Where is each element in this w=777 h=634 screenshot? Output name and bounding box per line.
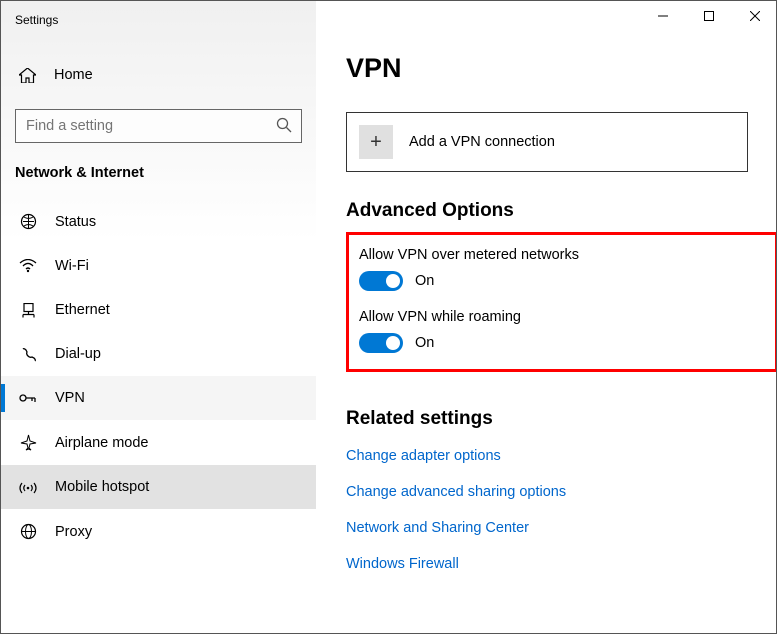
sidebar-item-status[interactable]: Status: [1, 199, 316, 244]
vpn-icon: [19, 391, 37, 405]
window-controls: [640, 1, 777, 31]
search-input[interactable]: [15, 109, 302, 143]
minimize-button[interactable]: [640, 1, 686, 31]
nav-label: Dial-up: [55, 346, 101, 362]
nav-label: Mobile hotspot: [55, 479, 149, 495]
link-firewall[interactable]: Windows Firewall: [346, 556, 748, 572]
status-icon: [19, 213, 37, 230]
sidebar-item-proxy[interactable]: Proxy: [1, 509, 316, 554]
nav-label: Airplane mode: [55, 435, 149, 451]
nav-label: Wi-Fi: [55, 258, 89, 274]
metered-toggle[interactable]: [359, 271, 403, 291]
search-icon: [276, 117, 292, 133]
close-button[interactable]: [732, 1, 777, 31]
wifi-icon: [19, 259, 37, 273]
roaming-state: On: [415, 335, 434, 351]
home-button[interactable]: Home: [1, 57, 316, 93]
link-network-sharing[interactable]: Network and Sharing Center: [346, 520, 748, 536]
title-bar: Settings: [1, 1, 316, 39]
advanced-heading: Advanced Options: [346, 200, 748, 222]
nav-label: Proxy: [55, 524, 92, 540]
section-heading: Network & Internet: [15, 165, 302, 181]
sidebar-item-ethernet[interactable]: Ethernet: [1, 288, 316, 332]
page-title: VPN: [346, 53, 748, 84]
highlighted-options: Allow VPN over metered networks On Allow…: [346, 232, 776, 372]
sidebar-item-airplane[interactable]: Airplane mode: [1, 420, 316, 465]
add-vpn-button[interactable]: + Add a VPN connection: [346, 112, 748, 172]
nav-label: Status: [55, 214, 96, 230]
hotspot-icon: [19, 480, 37, 495]
link-adapter-options[interactable]: Change adapter options: [346, 448, 748, 464]
sidebar-item-hotspot[interactable]: Mobile hotspot: [1, 465, 316, 509]
nav-label: VPN: [55, 390, 85, 406]
ethernet-icon: [19, 303, 37, 318]
airplane-icon: [19, 434, 37, 451]
nav-list: Status Wi-Fi Ethernet Dial-up VPN Airpla…: [1, 199, 316, 554]
window-title: Settings: [15, 13, 58, 27]
sidebar-item-vpn[interactable]: VPN: [1, 376, 316, 420]
plus-icon: +: [359, 125, 393, 159]
search-container: [15, 109, 302, 143]
nav-label: Ethernet: [55, 302, 110, 318]
related-heading: Related settings: [346, 408, 748, 430]
home-label: Home: [54, 67, 93, 83]
metered-label: Allow VPN over metered networks: [359, 247, 655, 263]
sidebar-item-wifi[interactable]: Wi-Fi: [1, 244, 316, 288]
maximize-button[interactable]: [686, 1, 732, 31]
dialup-icon: [19, 347, 37, 362]
metered-state: On: [415, 273, 434, 289]
sidebar-item-dialup[interactable]: Dial-up: [1, 332, 316, 376]
link-sharing-options[interactable]: Change advanced sharing options: [346, 484, 748, 500]
roaming-toggle[interactable]: [359, 333, 403, 353]
add-vpn-label: Add a VPN connection: [409, 134, 555, 150]
proxy-icon: [19, 523, 37, 540]
home-icon: [19, 68, 36, 83]
sidebar: Settings Home Network & Internet Status: [1, 1, 316, 633]
main-content: VPN + Add a VPN connection Advanced Opti…: [316, 1, 776, 633]
roaming-label: Allow VPN while roaming: [359, 309, 655, 325]
settings-window: Settings Home Network & Internet Status: [1, 1, 776, 633]
